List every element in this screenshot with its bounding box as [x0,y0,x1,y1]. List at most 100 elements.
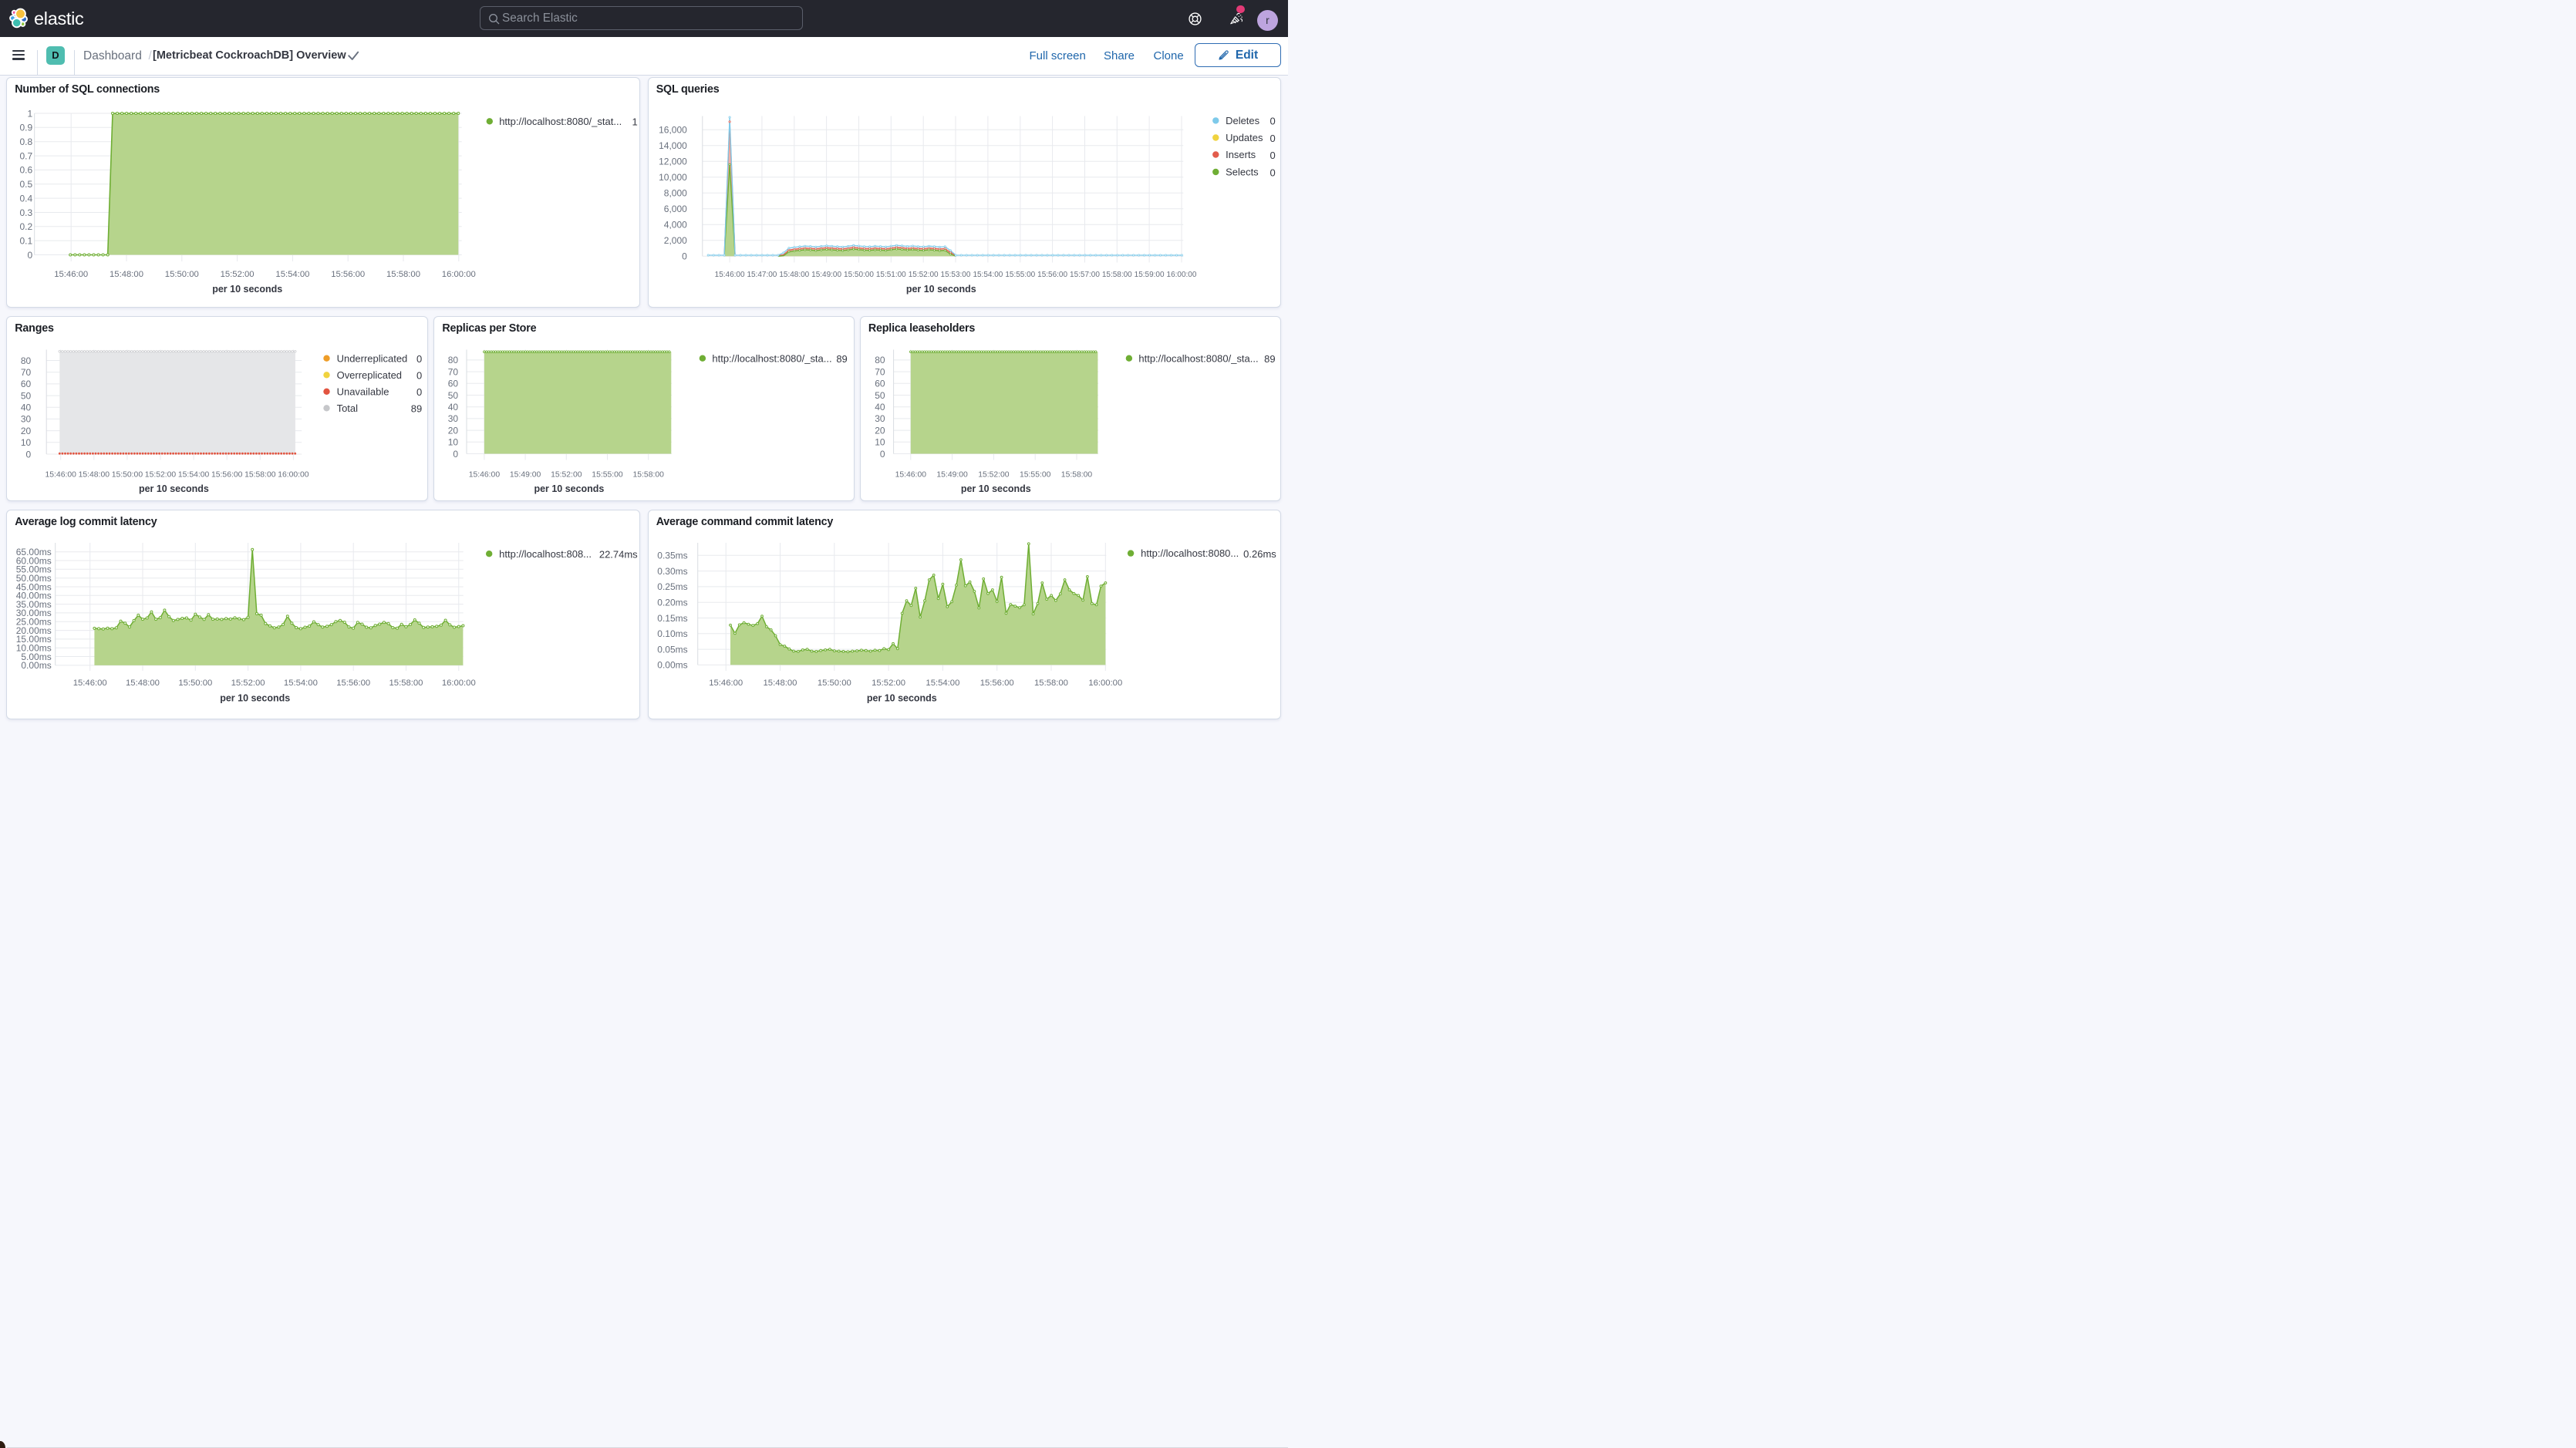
svg-text:10,000: 10,000 [659,172,687,183]
svg-text:0.7: 0.7 [20,150,33,161]
svg-text:15:52:00: 15:52:00 [551,470,582,479]
svg-text:15:56:00: 15:56:00 [332,270,366,279]
svg-text:0.3: 0.3 [20,207,33,217]
svg-text:30: 30 [875,413,885,424]
svg-text:16:00:00: 16:00:00 [1166,270,1196,278]
svg-text:60: 60 [875,378,885,389]
svg-text:15:58:00: 15:58:00 [389,679,423,688]
svg-text:15:54:00: 15:54:00 [973,270,1003,278]
svg-text:0: 0 [416,369,422,381]
svg-text:2,000: 2,000 [663,235,686,246]
svg-text:0: 0 [28,249,33,260]
svg-text:15:56:00: 15:56:00 [979,679,1013,688]
svg-text:0: 0 [416,353,422,365]
svg-text:15:51:00: 15:51:00 [876,270,906,278]
svg-text:http://localhost:8080...: http://localhost:8080... [1141,547,1239,559]
svg-text:15:48:00: 15:48:00 [126,679,160,688]
svg-text:8,000: 8,000 [663,187,686,198]
svg-text:15:58:00: 15:58:00 [633,470,665,479]
svg-text:per 10 seconds: per 10 seconds [212,284,282,295]
svg-text:per 10 seconds: per 10 seconds [534,483,605,493]
svg-text:15:48:00: 15:48:00 [79,470,110,479]
svg-text:0.1: 0.1 [20,235,33,246]
svg-text:15:48:00: 15:48:00 [763,679,797,688]
svg-text:http://localhost:808...: http://localhost:808... [499,548,592,560]
svg-text:per 10 seconds: per 10 seconds [906,283,976,294]
svg-text:15:55:00: 15:55:00 [1020,470,1051,479]
svg-text:4,000: 4,000 [663,219,686,230]
svg-text:70: 70 [448,366,459,377]
svg-text:50: 50 [21,390,32,401]
svg-text:15:56:00: 15:56:00 [1037,270,1067,278]
svg-text:15:55:00: 15:55:00 [1005,270,1035,278]
svg-text:Underreplicated: Underreplicated [337,352,408,364]
svg-text:10: 10 [875,436,885,447]
svg-text:0.5: 0.5 [20,179,33,190]
svg-text:Deletes: Deletes [1226,115,1260,126]
svg-text:0: 0 [1269,115,1275,126]
svg-text:15:54:00: 15:54:00 [926,679,959,688]
svg-text:0: 0 [880,448,885,459]
svg-text:15:46:00: 15:46:00 [714,270,744,278]
svg-text:80: 80 [448,355,459,365]
svg-text:60: 60 [448,378,459,389]
svg-text:0: 0 [1269,149,1275,160]
svg-text:10: 10 [448,436,459,447]
svg-text:15:48:00: 15:48:00 [779,270,809,278]
svg-text:1: 1 [28,108,33,119]
svg-text:0.20ms: 0.20ms [657,597,687,608]
svg-text:15:59:00: 15:59:00 [1134,270,1164,278]
svg-text:0.8: 0.8 [20,136,33,147]
svg-text:15:49:00: 15:49:00 [936,470,968,479]
svg-text:15:50:00: 15:50:00 [844,270,874,278]
svg-text:89: 89 [837,353,848,365]
svg-text:0: 0 [1269,167,1275,178]
svg-text:Selects: Selects [1226,166,1259,177]
svg-text:40: 40 [448,402,459,413]
svg-text:0.25ms: 0.25ms [657,581,687,592]
svg-text:80: 80 [21,355,32,365]
svg-text:0: 0 [416,386,422,398]
svg-text:50: 50 [875,389,885,400]
svg-text:15:48:00: 15:48:00 [110,270,143,279]
svg-text:0: 0 [1269,132,1275,143]
svg-text:Overreplicated: Overreplicated [337,369,402,380]
svg-text:15:47:00: 15:47:00 [747,270,777,278]
svg-text:60: 60 [21,379,32,389]
svg-text:15:57:00: 15:57:00 [1070,270,1100,278]
svg-text:0.30ms: 0.30ms [657,566,687,577]
svg-text:15:46:00: 15:46:00 [469,470,501,479]
svg-text:10: 10 [21,437,32,448]
svg-text:0: 0 [682,251,687,261]
svg-text:http://localhost:8080/_stat...: http://localhost:8080/_stat... [499,115,622,126]
svg-text:15:46:00: 15:46:00 [55,270,89,279]
svg-text:0.4: 0.4 [20,193,33,204]
svg-text:15:58:00: 15:58:00 [244,470,276,479]
svg-text:15:50:00: 15:50:00 [112,470,143,479]
svg-text:40: 40 [875,402,885,413]
svg-text:50: 50 [448,389,459,400]
svg-text:20: 20 [875,425,885,436]
svg-text:16:00:00: 16:00:00 [1088,679,1122,688]
svg-text:http://localhost:8080/_sta...: http://localhost:8080/_sta... [713,352,832,364]
svg-text:16:00:00: 16:00:00 [442,679,476,688]
svg-text:15:58:00: 15:58:00 [1102,270,1132,278]
svg-text:22.74ms: 22.74ms [599,548,638,560]
svg-text:6,000: 6,000 [663,204,686,214]
svg-text:15:50:00: 15:50:00 [818,679,851,688]
svg-text:15:58:00: 15:58:00 [386,270,420,279]
svg-text:15:53:00: 15:53:00 [940,270,970,278]
svg-text:15:58:00: 15:58:00 [1034,679,1068,688]
svg-text:89: 89 [1264,353,1275,365]
svg-text:40: 40 [21,402,32,413]
svg-text:15:54:00: 15:54:00 [178,470,210,479]
svg-text:89: 89 [411,402,422,414]
svg-text:15:46:00: 15:46:00 [895,470,926,479]
svg-text:per 10 seconds: per 10 seconds [961,483,1031,493]
svg-text:0.6: 0.6 [20,164,33,175]
svg-text:15:50:00: 15:50:00 [179,679,213,688]
svg-text:per 10 seconds: per 10 seconds [139,483,209,493]
svg-text:20: 20 [448,425,459,436]
svg-text:16,000: 16,000 [659,124,687,135]
svg-text:Total: Total [337,402,359,413]
